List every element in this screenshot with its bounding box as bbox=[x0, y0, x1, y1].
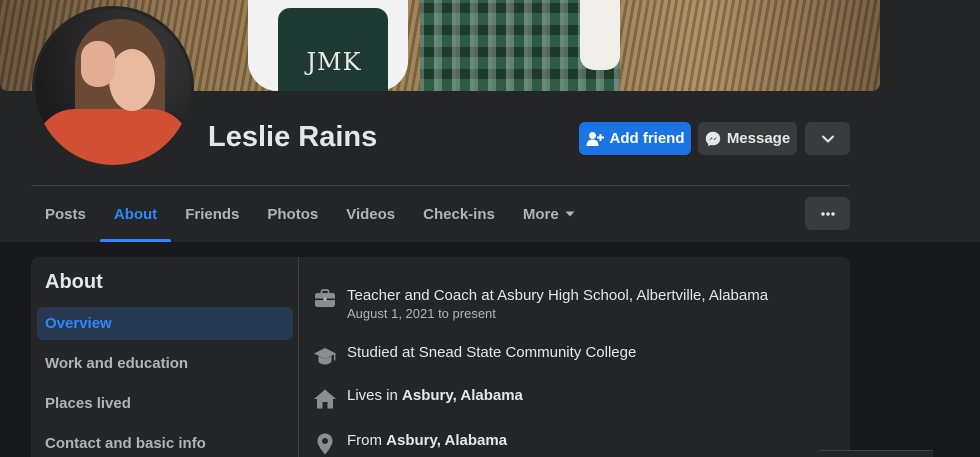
tab-friends[interactable]: Friends bbox=[171, 186, 253, 242]
lives-in-place[interactable]: Asbury, Alabama bbox=[402, 387, 523, 404]
profile-name: Leslie Rains bbox=[208, 121, 378, 153]
location-pin-icon bbox=[317, 433, 333, 455]
footer-edge bbox=[819, 450, 933, 457]
profile-tabs: Posts About Friends Photos Videos Check-… bbox=[31, 186, 589, 242]
add-friend-label: Add friend bbox=[609, 130, 685, 147]
message-button[interactable]: Message bbox=[698, 122, 797, 155]
from-place[interactable]: Asbury, Alabama bbox=[386, 432, 507, 449]
education-text: Studied at Snead State Community College bbox=[347, 344, 637, 361]
graduation-cap-icon bbox=[314, 348, 336, 365]
tab-check-ins[interactable]: Check-ins bbox=[409, 186, 509, 242]
avatar bbox=[35, 9, 191, 165]
message-label: Message bbox=[726, 130, 791, 147]
about-title: About bbox=[45, 271, 103, 293]
about-nav-contact-info[interactable]: Contact and basic info bbox=[37, 427, 293, 457]
home-icon bbox=[314, 389, 336, 409]
tab-about[interactable]: About bbox=[99, 186, 172, 242]
chevron-down-icon bbox=[821, 135, 834, 142]
from-prefix: From bbox=[347, 432, 387, 449]
profile-picture[interactable] bbox=[32, 6, 194, 168]
overview-from: From Asbury, Alabama bbox=[313, 432, 507, 456]
overview-education: Studied at Snead State Community College bbox=[313, 344, 636, 368]
work-dates: August 1, 2021 to present bbox=[347, 306, 496, 321]
about-nav-work-education[interactable]: Work and education bbox=[37, 347, 293, 380]
tab-videos[interactable]: Videos bbox=[332, 186, 409, 242]
add-friend-button[interactable]: Add friend bbox=[579, 122, 691, 155]
briefcase-icon bbox=[315, 289, 335, 307]
tab-posts[interactable]: Posts bbox=[31, 186, 100, 242]
cover-monogram: JMK bbox=[306, 48, 362, 76]
caret-down-icon bbox=[565, 211, 575, 217]
tab-more[interactable]: More bbox=[509, 186, 589, 242]
about-nav-places-lived[interactable]: Places lived bbox=[37, 387, 293, 420]
overview-lives-in: Lives in Asbury, Alabama bbox=[313, 387, 523, 411]
tab-photos[interactable]: Photos bbox=[253, 186, 332, 242]
profile-menu-button[interactable] bbox=[805, 197, 850, 230]
about-card: About Overview Work and education Places… bbox=[31, 257, 850, 457]
overview-work: Teacher and Coach at Asbury High School,… bbox=[313, 287, 768, 321]
lives-in-prefix: Lives in bbox=[347, 387, 403, 404]
add-person-icon bbox=[586, 131, 604, 146]
messenger-icon bbox=[705, 131, 721, 146]
about-nav-overview[interactable]: Overview bbox=[37, 307, 293, 340]
about-sidebar: About Overview Work and education Places… bbox=[31, 257, 299, 457]
work-text: Teacher and Coach at Asbury High School,… bbox=[347, 287, 769, 304]
more-options-button[interactable] bbox=[805, 122, 850, 155]
ellipsis-icon bbox=[820, 211, 835, 216]
